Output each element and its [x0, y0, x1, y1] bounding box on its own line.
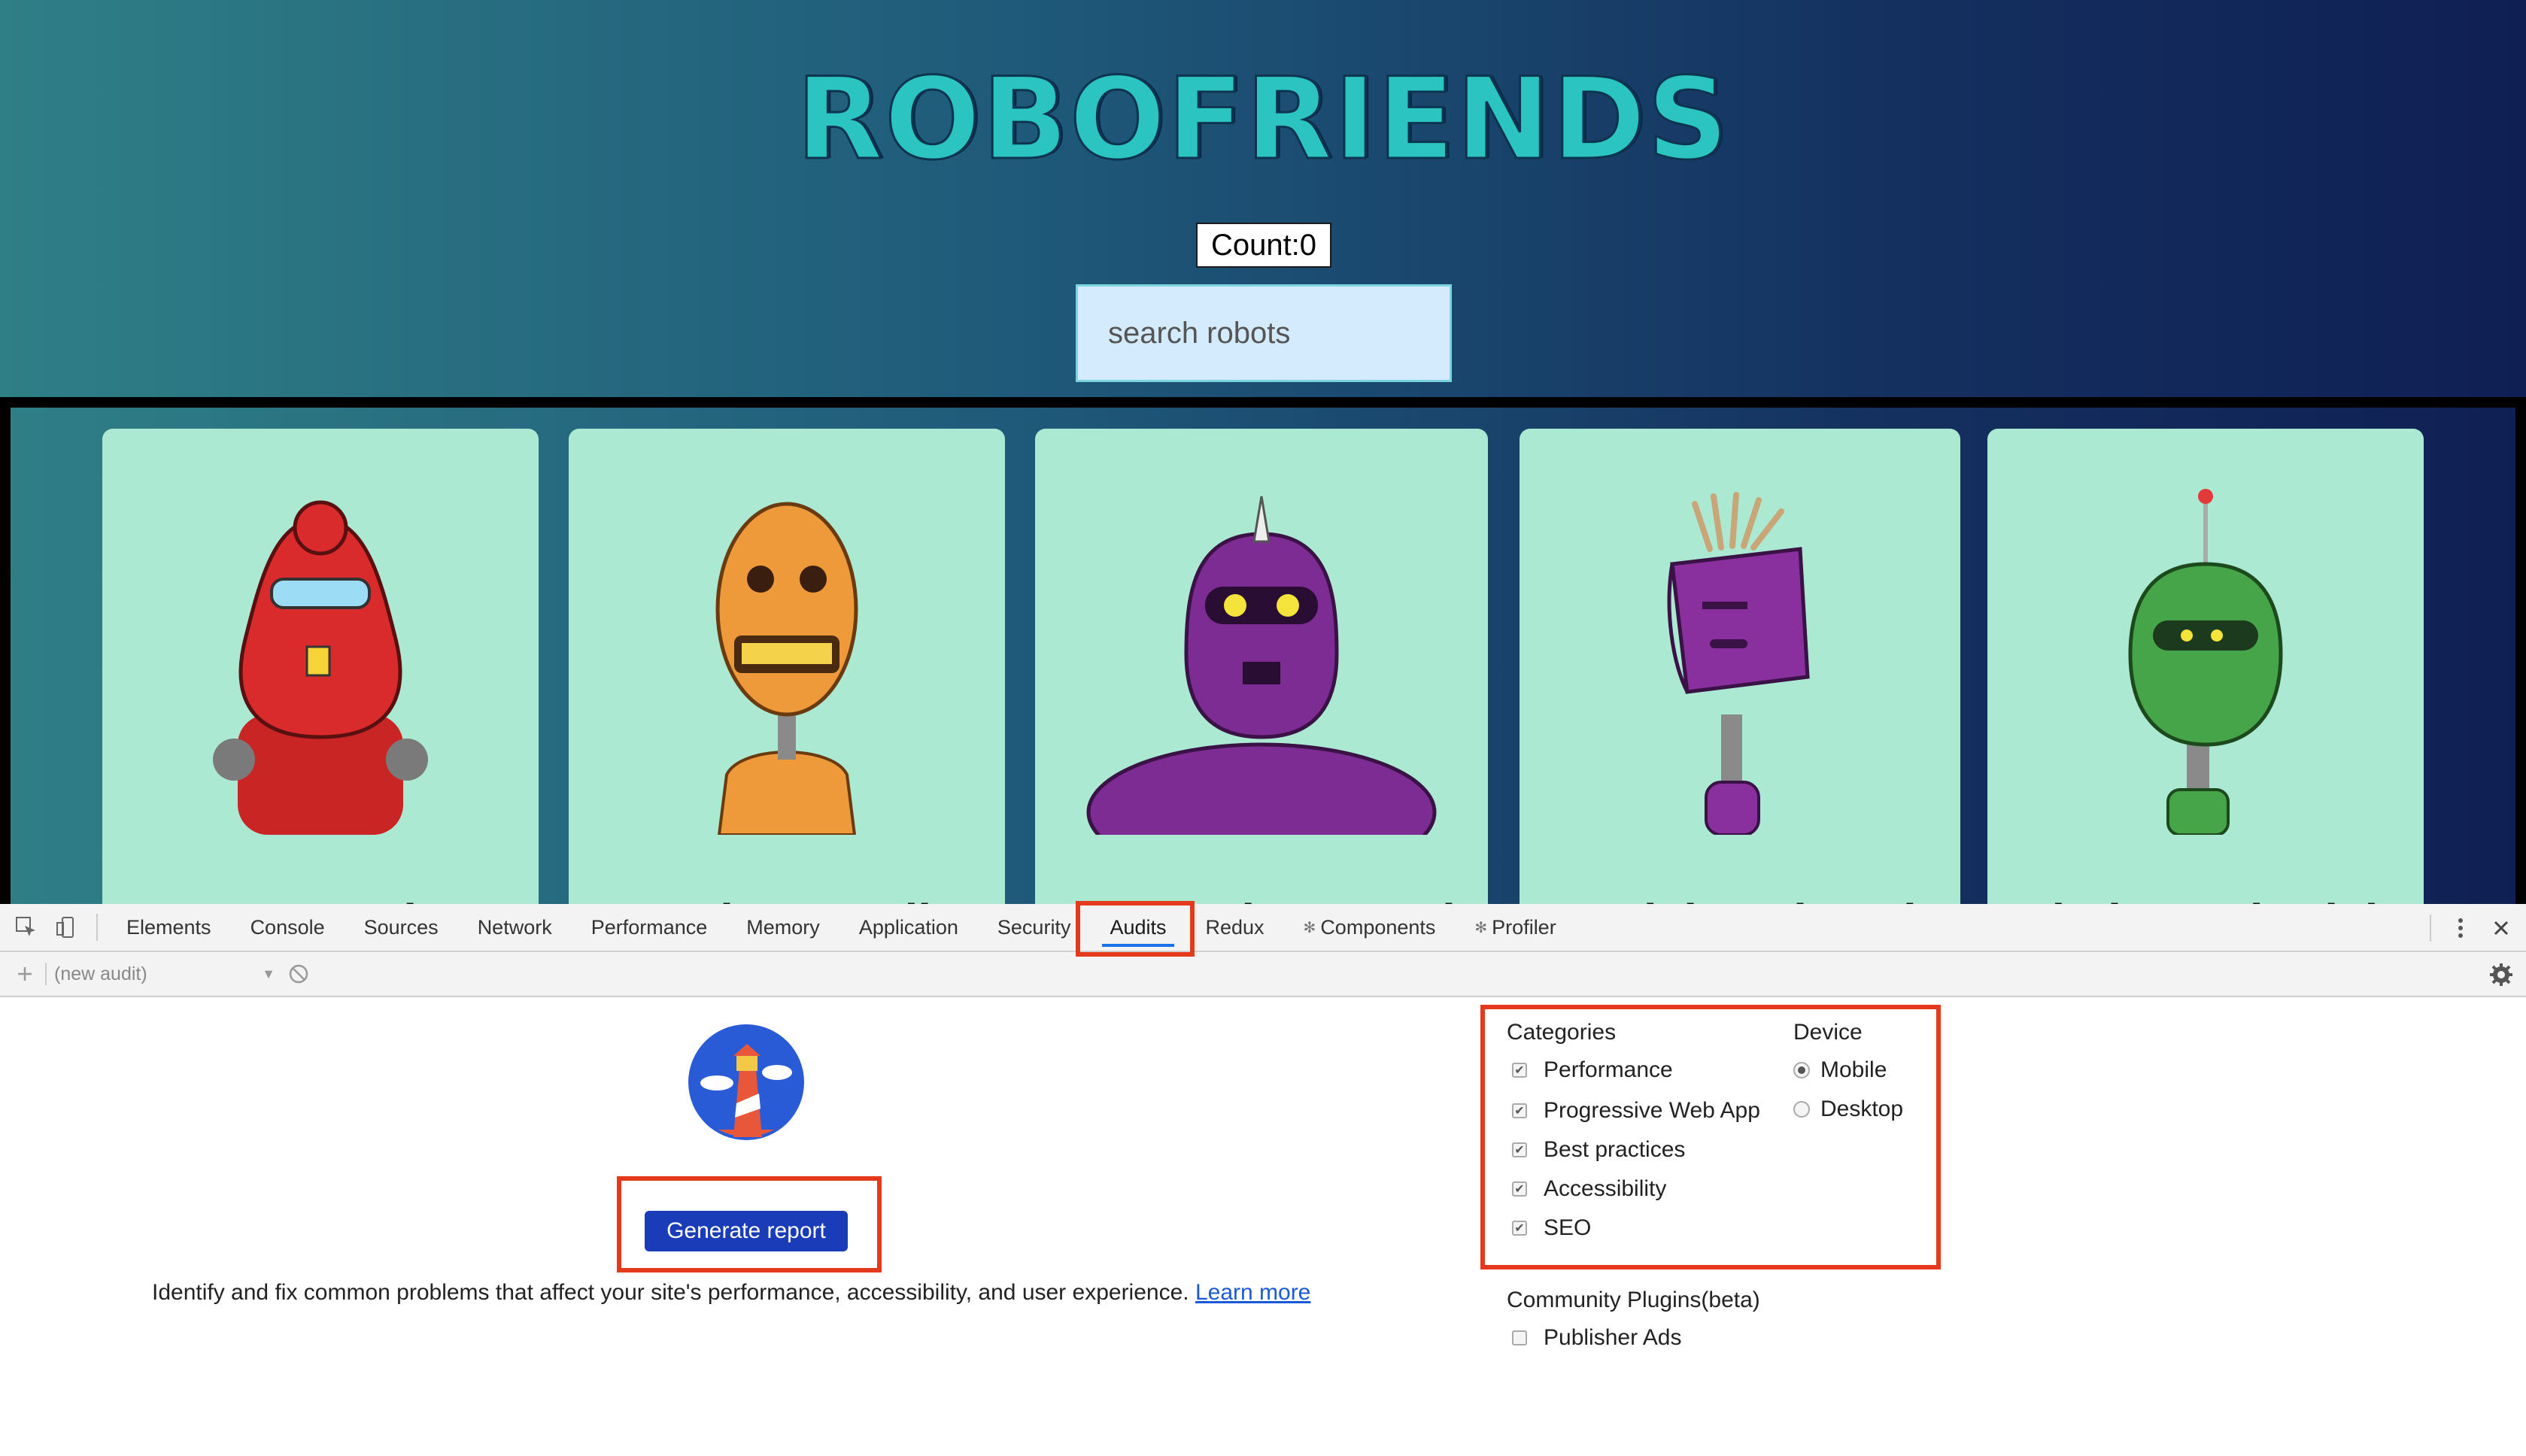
plugin-label: Publisher Ads [1544, 1325, 1682, 1350]
search-input[interactable] [1076, 284, 1452, 382]
lighthouse-logo [688, 1024, 804, 1140]
robot-avatar-image [2128, 489, 2283, 835]
devtools-panel: Elements Console Sources Network Perform… [0, 901, 2526, 1456]
device-toolbar-icon[interactable] [47, 903, 87, 951]
devtools-tab-bar: Elements Console Sources Network Perform… [0, 904, 2526, 952]
dropdown-arrow-icon: ▼ [262, 966, 275, 981]
inspect-element-icon[interactable] [6, 903, 47, 951]
tab-redux[interactable]: Redux [1186, 903, 1284, 951]
robot-avatar-image [213, 500, 428, 835]
robot-card[interactable]: Leanne Graham [102, 429, 539, 904]
learn-more-link[interactable]: Learn more [1195, 1280, 1310, 1305]
new-audit-plus-icon[interactable] [6, 950, 44, 998]
robot-avatar-image [1667, 492, 1810, 835]
audit-select-value: (new audit) [54, 963, 147, 984]
robot-card[interactable]: Patricia Lebsack [1520, 429, 1960, 904]
robot-avatar-image [715, 502, 858, 835]
close-devtools-icon[interactable] [2481, 904, 2521, 952]
checkbox-checked[interactable]: ✔ [1512, 1181, 1527, 1197]
toolbar-divider [2430, 915, 2431, 942]
tab-profiler-label: Profiler [1492, 915, 1556, 939]
category-best-practices[interactable]: ✔ Best practices [1512, 1137, 1685, 1163]
category-performance[interactable]: ✔ Performance [1512, 1057, 1673, 1083]
toolbar-divider [96, 914, 98, 941]
generate-report-button[interactable]: Generate report [645, 1211, 848, 1251]
plugins-heading: Community Plugins(beta) [1507, 1288, 1760, 1312]
robot-avatar-image [1086, 496, 1437, 835]
category-label: Accessibility [1544, 1176, 1667, 1201]
device-label: Desktop [1820, 1097, 1904, 1121]
radio-unselected[interactable] [1793, 1101, 1810, 1118]
checkbox-checked[interactable]: ✔ [1512, 1221, 1527, 1236]
category-label: Progressive Web App [1544, 1098, 1760, 1123]
audits-toolbar: (new audit) ▼ [0, 952, 2526, 997]
device-heading: Device [1793, 1020, 1863, 1045]
tab-elements[interactable]: Elements [107, 903, 231, 951]
robot-name: Leanne Graham [102, 893, 539, 904]
tab-components-label: Components [1320, 915, 1436, 939]
device-mobile[interactable]: Mobile [1793, 1057, 1887, 1083]
checkbox-checked[interactable]: ✔ [1512, 1063, 1527, 1078]
radio-dot [1798, 1066, 1805, 1074]
robot-name: Patricia Lebsack [1520, 893, 1960, 904]
audit-description: Identify and fix common problems that af… [152, 1280, 1310, 1306]
category-label: Best practices [1544, 1137, 1686, 1162]
robot-card[interactable]: Chelsey Dietrich [1987, 429, 2424, 904]
toolbar-divider [45, 963, 47, 985]
tab-performance[interactable]: Performance [572, 903, 727, 951]
card-list[interactable]: Leanne Graham Ervin Howell [0, 397, 2526, 904]
category-seo[interactable]: ✔ SEO [1512, 1215, 1591, 1241]
robot-name: Ervin Howell [569, 893, 1005, 904]
category-label: SEO [1544, 1215, 1592, 1240]
checkbox-checked[interactable]: ✔ [1512, 1103, 1527, 1118]
tab-application[interactable]: Application [839, 903, 978, 951]
category-label: Performance [1544, 1057, 1673, 1082]
more-options-icon[interactable] [2440, 904, 2481, 952]
description-text: Identify and fix common problems that af… [152, 1280, 1189, 1305]
tab-sources[interactable]: Sources [345, 903, 458, 951]
robot-card[interactable]: Clementine Bauch [1035, 429, 1488, 904]
tab-network[interactable]: Network [458, 903, 572, 951]
clear-block-icon[interactable] [280, 950, 317, 998]
app-logo: ROBOFRIENDS [795, 53, 1730, 187]
tab-console[interactable]: Console [231, 903, 345, 951]
tab-profiler[interactable]: ✻ Profiler [1455, 903, 1575, 951]
plugin-publisher-ads[interactable]: Publisher Ads [1512, 1325, 1681, 1351]
components-gear-icon: ✻ [1303, 919, 1316, 936]
category-pwa[interactable]: ✔ Progressive Web App [1512, 1098, 1760, 1124]
tab-components[interactable]: ✻ Components [1284, 903, 1456, 951]
audit-select[interactable]: (new audit) ▼ [54, 963, 280, 985]
robot-card[interactable]: Ervin Howell [569, 429, 1005, 904]
tab-memory[interactable]: Memory [727, 903, 839, 951]
tab-security[interactable]: Security [978, 903, 1091, 951]
categories-heading: Categories [1507, 1020, 1617, 1045]
checkbox-checked[interactable]: ✔ [1512, 1142, 1527, 1157]
profiler-gear-icon: ✻ [1474, 919, 1488, 936]
device-desktop[interactable]: Desktop [1793, 1097, 1903, 1122]
audits-tab-highlight [1076, 901, 1195, 957]
settings-gear-icon[interactable] [2481, 952, 2521, 997]
device-label: Mobile [1820, 1057, 1887, 1082]
radio-selected[interactable] [1793, 1062, 1810, 1078]
robot-name: Chelsey Dietrich [1987, 893, 2424, 904]
robofriends-app: ROBOFRIENDS Count:0 Leanne Graham [0, 0, 2526, 904]
category-accessibility[interactable]: ✔ Accessibility [1512, 1176, 1666, 1202]
checkbox-unchecked[interactable] [1512, 1330, 1527, 1345]
count-display: Count:0 [1196, 223, 1331, 268]
